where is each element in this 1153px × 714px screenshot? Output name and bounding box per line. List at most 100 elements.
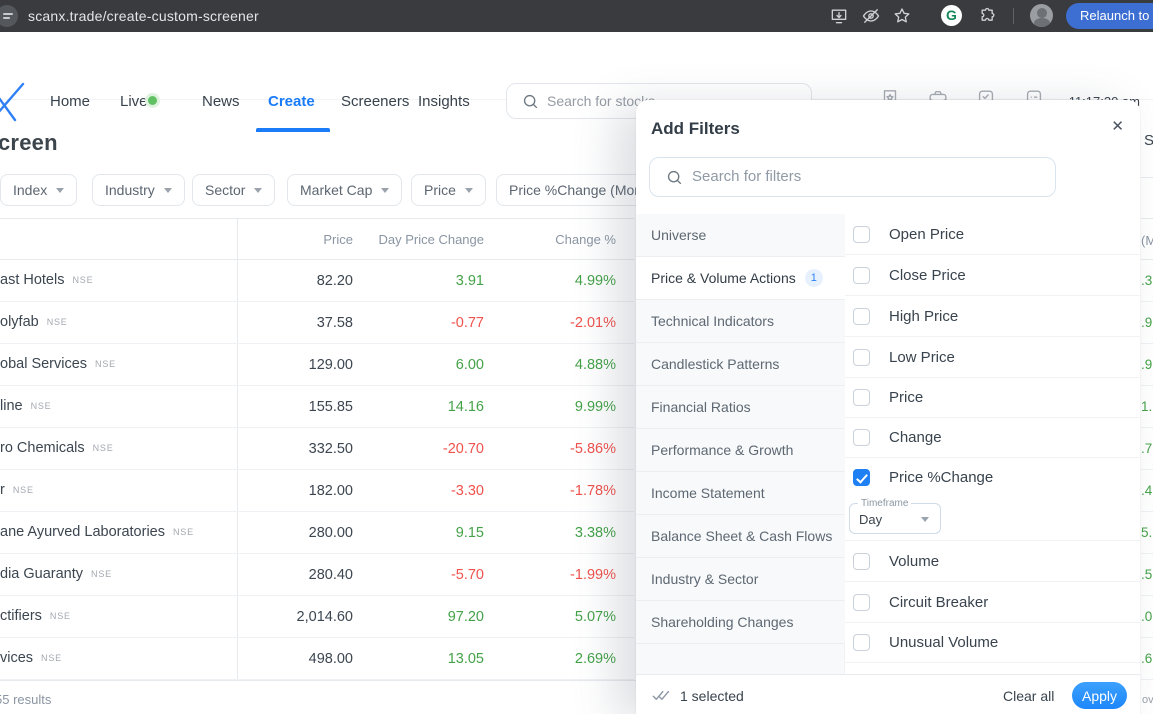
edge-value-fragment: .9 [1141,302,1153,344]
results-count: 55 results [0,692,51,707]
clear-all-button[interactable]: Clear all [1003,688,1054,704]
table-row[interactable]: ast HotelsNSE 82.20 3.91 4.99% [0,260,634,302]
apply-button[interactable]: Apply [1072,682,1127,709]
cell-price: 37.58 [233,315,353,331]
checkbox[interactable] [853,634,870,651]
chevron-down-icon [254,188,262,193]
checkbox[interactable] [853,226,870,243]
filter-category-item[interactable]: Balance Sheet & Cash Flows [636,515,845,558]
filter-option-row[interactable]: Close Price [845,255,1140,296]
filter-option-row[interactable]: Unusual Volume [845,622,1140,663]
scanx-logo[interactable] [0,80,25,124]
cell-price: 129.00 [233,357,353,373]
eye-off-icon[interactable] [861,6,881,26]
filter-option-row[interactable]: Low Price [845,337,1140,378]
search-icon [666,169,683,186]
column-header-price[interactable]: Price [253,232,353,247]
close-icon[interactable]: ✕ [1111,117,1124,135]
screen: scanx.trade/create-custom-screener G Rel… [0,0,1153,714]
filter-category-item[interactable]: Price & Volume Actions 1 [636,257,845,300]
chevron-down-icon [381,188,389,193]
cell-change-pct: 5.07% [496,609,616,625]
nav-insights[interactable]: Insights [418,93,470,110]
bookmark-star-icon[interactable] [892,6,912,26]
address-bar[interactable]: scanx.trade/create-custom-screener [28,8,259,24]
cell-day-change: 13.05 [364,651,484,667]
table-row[interactable]: vicesNSE 498.00 13.05 2.69% [0,638,634,680]
filter-category-item[interactable]: Shareholding Changes [636,601,845,644]
filter-option-row[interactable]: Circuit Breaker [845,582,1140,623]
filter-category-item[interactable]: Universe [636,214,845,257]
cell-day-change: 97.20 [364,609,484,625]
cell-change-pct: -1.78% [496,483,616,499]
nav-create[interactable]: Create [268,93,315,110]
extensions-icon[interactable] [978,6,998,26]
table-row[interactable]: lineNSE 155.85 14.16 9.99% [0,386,634,428]
relaunch-button[interactable]: Relaunch to [1066,3,1153,29]
table-row[interactable]: rNSE 182.00 -3.30 -1.78% [0,470,634,512]
checkbox[interactable] [853,429,870,446]
table-row[interactable]: ro ChemicalsNSE 332.50 -20.70 -5.86% [0,428,634,470]
cell-price: 280.40 [233,567,353,583]
nav-screeners[interactable]: Screeners [341,93,409,110]
filter-option-row[interactable]: Price %Change Timeframe Day [845,458,1140,541]
nav-live[interactable]: Live [120,93,148,110]
checkbox[interactable] [853,553,870,570]
column-header-day-price-change[interactable]: Day Price Change [364,232,484,247]
filter-option-row[interactable]: Open Price [845,214,1140,255]
table-row[interactable]: olyfabNSE 37.58 -0.77 -2.01% [0,302,634,344]
filter-category-item[interactable]: Technical Indicators [636,300,845,343]
checkbox[interactable] [853,389,870,406]
column-header-change-pct[interactable]: Change % [516,232,616,247]
filter-option-label: High Price [889,308,958,325]
cell-day-change: 14.16 [364,399,484,415]
install-app-icon[interactable] [829,6,849,26]
checkbox[interactable] [853,594,870,611]
filter-category-item[interactable]: Financial Ratios [636,386,845,429]
profile-avatar[interactable] [1030,4,1053,27]
filter-category-item[interactable]: Performance & Growth [636,429,845,472]
checkbox[interactable] [853,308,870,325]
filter-category-item[interactable]: Industry & Sector [636,558,845,601]
grammarly-icon[interactable]: G [941,5,962,26]
filter-chip-industry[interactable]: Industry [92,174,185,206]
table-bottom-border [0,680,636,681]
live-dot-icon [148,96,157,105]
checkbox[interactable] [853,267,870,284]
table-row[interactable]: obal ServicesNSE 129.00 6.00 4.88% [0,344,634,386]
cell-day-change: 9.15 [364,525,484,541]
edge-value-fragment: .5 [1141,554,1153,596]
filter-chip-index[interactable]: Index [0,174,77,206]
cell-change-pct: 9.99% [496,399,616,415]
filter-category-item[interactable]: Income Statement [636,472,845,515]
table-row[interactable]: ane Ayurved LaboratoriesNSE 280.00 9.15 … [0,512,634,554]
filter-option-row[interactable]: High Price [845,296,1140,337]
stock-name: vicesNSE [0,650,62,666]
filter-category-item[interactable]: Candlestick Patterns [636,343,845,386]
cell-change-pct: -2.01% [496,315,616,331]
timeframe-select[interactable]: Timeframe Day [849,503,941,534]
filter-chip-marketcap[interactable]: Market Cap [287,174,402,206]
nav-home[interactable]: Home [50,93,90,110]
filter-option-label: Volume [889,553,939,570]
filter-option-label: Circuit Breaker [889,594,988,611]
filter-option-row[interactable]: Volume [845,541,1140,582]
filter-option-row[interactable]: Change [845,417,1140,458]
exchange-tag: NSE [93,443,114,453]
filter-search-input[interactable] [692,158,1042,195]
filter-chip-price[interactable]: Price [411,174,486,206]
edge-column-header-fragment: (M [1141,218,1153,260]
filter-option-label: Close Price [889,267,966,284]
exchange-tag: NSE [95,359,116,369]
site-info-icon[interactable] [0,5,18,27]
checkbox[interactable] [853,349,870,366]
filter-chip-sector[interactable]: Sector [192,174,275,206]
checkbox[interactable] [853,469,870,486]
double-check-icon [652,687,671,703]
nav-news[interactable]: News [202,93,240,110]
filter-option-row[interactable]: Price [845,377,1140,418]
chevron-down-icon [56,188,64,193]
table-row[interactable]: dia GuarantyNSE 280.40 -5.70 -1.99% [0,554,634,596]
table-row[interactable]: ctifiersNSE 2,014.60 97.20 5.07% [0,596,634,638]
stock-name: ane Ayurved LaboratoriesNSE [0,524,194,540]
